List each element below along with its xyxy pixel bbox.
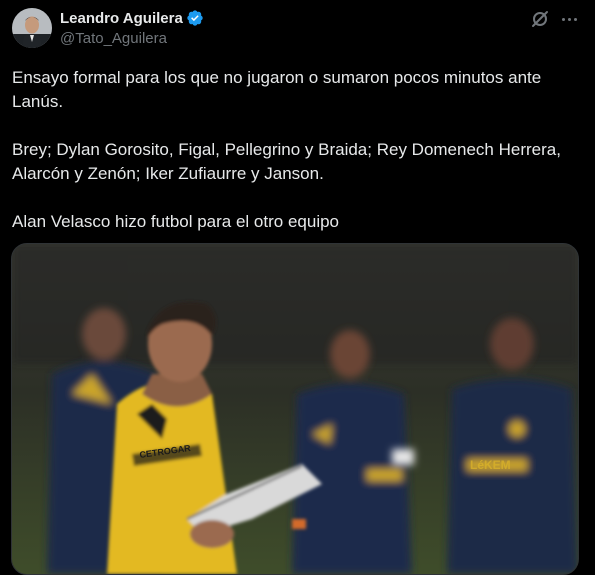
verified-badge-icon [187,10,203,26]
player-shirt-text: LéKEM [470,458,511,472]
tweet[interactable]: Leandro Aguilera @Tato_Aguilera Ensayo f… [0,0,595,575]
tweet-paragraph: Alan Velasco hizo futbol para el otro eq… [12,212,340,231]
author-handle[interactable]: @Tato_Aguilera [60,30,167,47]
more-dots-icon [561,17,565,21]
tweet-paragraph: Ensayo formal para los que no jugaron o … [12,68,542,111]
tweet-paragraph: Brey; Dylan Gorosito, Figal, Pellegrino … [12,140,561,183]
training-photo: CETROGAR LéKEM [12,244,578,574]
grok-button[interactable] [530,9,550,29]
author-name-row[interactable]: Leandro Aguilera [60,9,204,27]
avatar[interactable] [12,8,52,48]
author-display-name[interactable]: Leandro Aguilera [60,10,183,27]
more-options-button[interactable] [558,9,580,29]
tweet-text: Ensayo formal para los que no jugaron o … [12,66,582,234]
grok-icon [532,11,548,27]
tweet-photo[interactable]: CETROGAR LéKEM [11,243,579,575]
